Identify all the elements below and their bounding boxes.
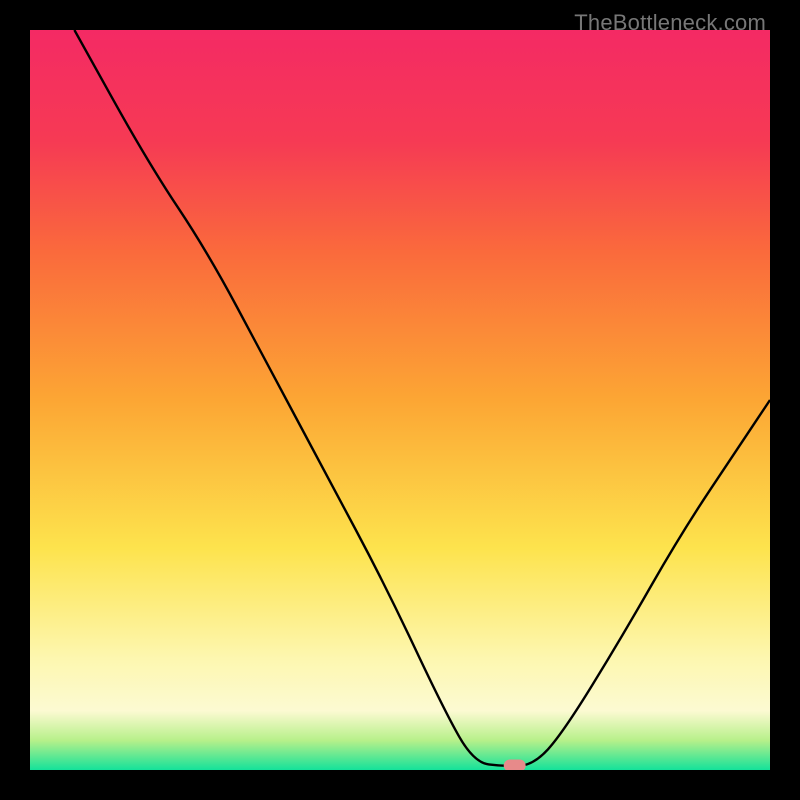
optimum-marker xyxy=(504,760,526,770)
watermark-text: TheBottleneck.com xyxy=(574,10,766,36)
plot-area xyxy=(30,30,770,770)
chart-container: TheBottleneck.com xyxy=(0,0,800,800)
heatmap-background xyxy=(30,30,770,770)
chart-svg xyxy=(30,30,770,770)
